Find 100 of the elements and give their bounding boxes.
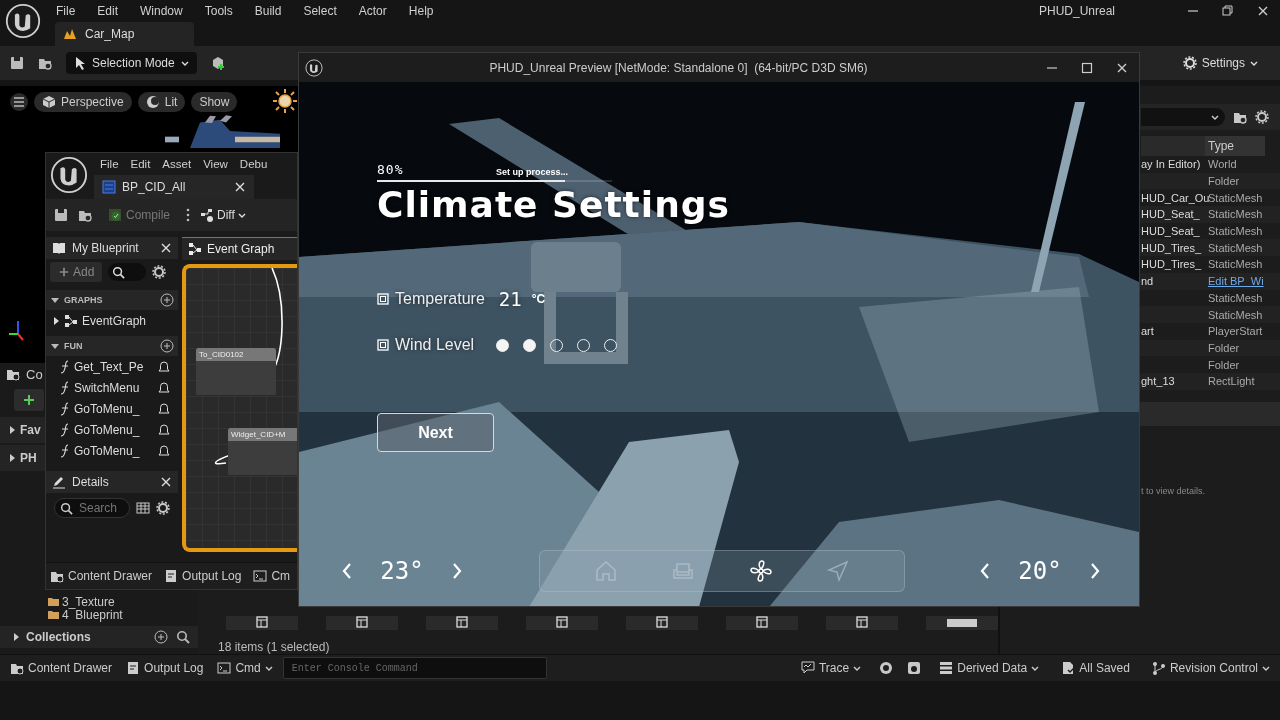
asset-thumbnail[interactable] [226,616,298,630]
add-button[interactable] [14,389,44,411]
nav-button[interactable] [748,559,773,583]
save-icon[interactable] [54,208,68,222]
menu-item[interactable]: File [45,4,87,18]
menu-item[interactable]: Debu [233,158,274,170]
table-cell-text: Folder [1208,341,1241,354]
asset-thumbnail[interactable] [826,616,898,630]
list-item[interactable]: GoToMenu_ [74,401,140,416]
status-button[interactable]: Cm [249,569,295,583]
menu-item[interactable]: File [94,158,125,170]
section-title[interactable]: GRAPHS [64,295,103,305]
add-button[interactable]: Add [50,262,103,282]
save-icon[interactable] [10,56,24,70]
view-button[interactable]: Perspective [34,92,132,112]
section-title[interactable]: FUN [64,341,83,351]
menu-item[interactable]: Asset [156,158,198,170]
menu-item[interactable]: Help [397,4,445,18]
status-text: Set up process... [495,167,568,177]
next-button[interactable]: Next [377,413,494,452]
gear-icon[interactable] [156,501,170,515]
folder-label[interactable]: 4 Blueprint [62,607,123,622]
compile-button[interactable]: Compile [102,207,176,223]
edit-link[interactable]: Edit BP_Wi [1208,275,1264,288]
close-icon[interactable] [1115,61,1128,74]
diff-button[interactable]: Diff [200,208,246,222]
view-button[interactable]: Lit [137,92,186,112]
status-button[interactable]: Output Log [122,661,208,675]
menu-item[interactable]: Select [292,4,348,18]
add-folder-icon[interactable] [1233,110,1247,124]
status-button[interactable]: All Saved [1057,661,1134,675]
add-icon[interactable] [160,339,174,353]
folder-search-icon[interactable] [38,56,52,70]
gear-icon[interactable] [1255,110,1269,124]
maximize-icon[interactable] [1080,61,1093,74]
asset-thumbnail[interactable] [926,616,998,630]
list-item[interactable]: EventGraph [82,313,147,328]
menu-item[interactable]: Window [129,4,194,18]
asset-thumbnail[interactable] [726,616,798,630]
menu-item[interactable]: View [197,158,234,170]
status-button[interactable]: Revision Control [1147,661,1274,675]
tree-section[interactable]: Fav [0,417,45,443]
settings-button[interactable]: Settings [1176,55,1264,71]
graph-tab[interactable]: Event Graph [182,237,297,260]
status-button[interactable]: Content Drawer [6,661,117,675]
temperature-value: 23° [380,557,424,585]
menu-item[interactable]: Edit [124,158,157,170]
bell-icon [158,423,170,436]
tree-section[interactable]: PH [0,445,45,471]
panel-title[interactable]: Details [72,475,109,489]
close-icon[interactable] [160,242,172,254]
add-icon[interactable] [160,293,174,307]
close-icon[interactable] [234,181,246,193]
search-icon[interactable] [176,630,190,644]
status-button[interactable]: Cmd [213,661,277,675]
menu-item[interactable]: Edit [86,4,130,18]
sun-icon [272,88,298,114]
list-item[interactable]: GoToMenu_ [74,422,140,437]
trace-icon [801,661,815,675]
asset-thumbnail[interactable] [526,616,598,630]
graph-canvas[interactable]: To_CID0102 Widget_CID+M [182,264,297,552]
column-header[interactable]: Type [1205,136,1265,156]
menu-button[interactable] [10,93,28,111]
item-count: 18 items (1 selected) [218,640,331,654]
add-actor-icon[interactable] [210,55,227,71]
view-button[interactable]: Show [191,92,238,112]
status-button[interactable]: Output Log [160,569,246,583]
more-icon[interactable] [186,208,190,222]
close-icon[interactable] [1256,5,1269,17]
list-item[interactable]: SwitchMenu [74,380,140,395]
graph-node[interactable]: Widget_CID+M [228,428,297,475]
console-field[interactable]: Enter Console Command [282,657,547,679]
asset-thumbnail[interactable] [326,616,398,630]
search-field[interactable]: Search [54,498,130,518]
graph-node[interactable]: To_CID0102 [196,348,276,395]
list-item[interactable]: Get_Text_Pe [74,359,144,374]
restore-icon[interactable] [1221,5,1234,17]
record-icon[interactable] [879,661,894,675]
menu-item[interactable]: Build [243,4,293,18]
asset-thumbnail[interactable] [626,616,698,630]
table-icon[interactable] [136,501,150,515]
add-icon[interactable] [154,630,168,644]
menu-item[interactable]: Tools [193,4,244,18]
folder-label[interactable]: 3_Texture [62,594,115,609]
camera-icon[interactable] [907,661,922,675]
status-button[interactable]: Derived Data [935,661,1044,675]
graph-icon [64,313,78,328]
search-field[interactable] [108,263,147,281]
asset-thumbnail[interactable] [426,616,498,630]
status-button[interactable]: Content Drawer [46,569,157,583]
list-item[interactable]: GoToMenu_ [74,443,140,458]
map-tab[interactable]: Car_Map [55,22,195,46]
menu-item[interactable]: Actor [347,4,398,18]
close-icon[interactable] [160,476,172,488]
gear-icon[interactable] [152,265,167,279]
mode-dropdown[interactable]: Selection Mode [66,52,197,74]
tab-label[interactable]: Car_Map [85,27,135,41]
status-button[interactable]: Trace [797,661,866,675]
blueprint-tab[interactable]: BP_CID_All [94,175,254,199]
folder-search-icon[interactable] [78,208,92,222]
